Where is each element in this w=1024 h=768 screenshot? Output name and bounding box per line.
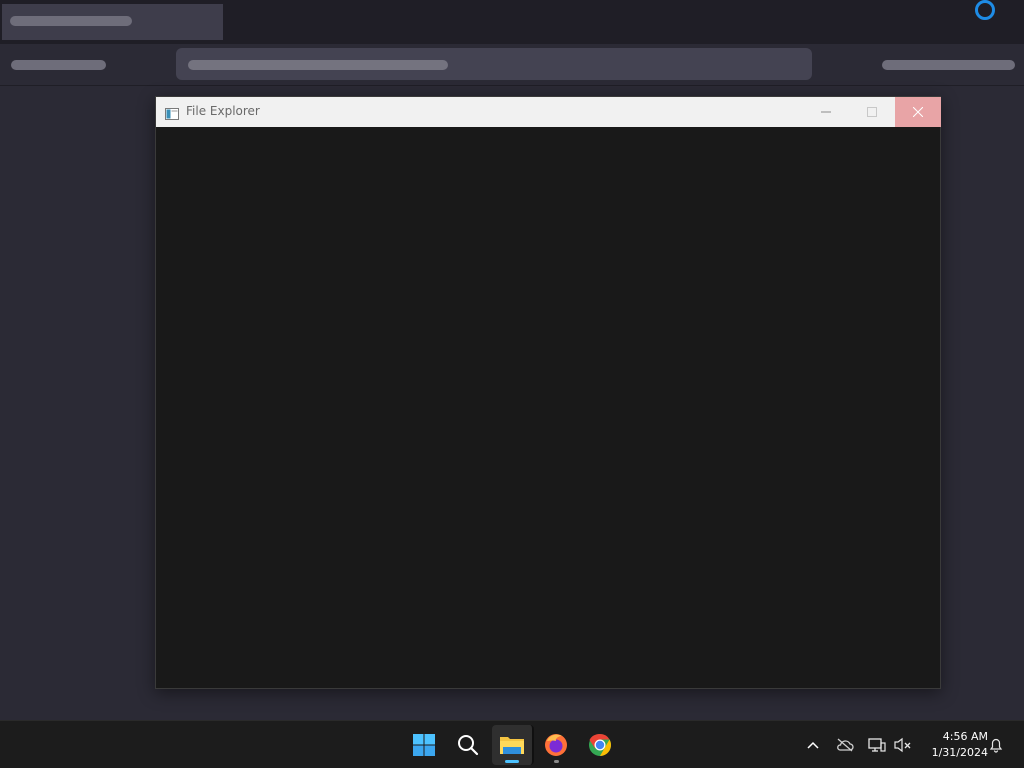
desktop: File Explorer 4:56 AM 1/31/2024 xyxy=(0,0,1024,768)
taskbar-firefox[interactable] xyxy=(536,725,576,765)
toolbar-placeholder-right xyxy=(882,60,1015,70)
start-button[interactable] xyxy=(404,725,444,765)
volume-muted-icon xyxy=(894,737,911,752)
volume-tray-button[interactable] xyxy=(892,721,914,768)
search-button[interactable] xyxy=(448,725,488,765)
taskbar-chrome[interactable] xyxy=(580,725,620,765)
background-app-toolbar xyxy=(0,44,1024,86)
address-bar[interactable] xyxy=(176,48,812,80)
firefox-icon xyxy=(545,734,567,756)
cloud-offline-icon xyxy=(837,738,854,751)
onedrive-tray-button[interactable] xyxy=(834,721,856,768)
file-explorer-window: File Explorer xyxy=(155,96,941,689)
clock-date: 1/31/2024 xyxy=(931,746,988,759)
maximize-icon xyxy=(867,107,877,117)
toolbar-placeholder-left xyxy=(11,60,106,70)
active-app-indicator xyxy=(505,760,519,763)
taskbar: 4:56 AM 1/31/2024 xyxy=(0,720,1024,768)
taskbar-file-explorer[interactable] xyxy=(492,725,534,765)
tab-placeholder xyxy=(10,16,132,26)
folder-icon xyxy=(500,737,524,754)
notifications-button[interactable] xyxy=(986,721,1006,768)
network-tray-button[interactable] xyxy=(866,721,888,768)
running-app-indicator xyxy=(554,760,559,763)
maximize-button[interactable] xyxy=(849,97,895,127)
minimize-icon xyxy=(821,111,831,113)
window-content-area xyxy=(156,127,940,688)
bell-icon xyxy=(989,738,1003,753)
close-button[interactable] xyxy=(895,97,941,127)
search-icon xyxy=(458,735,479,756)
background-app-titlebar xyxy=(0,0,1024,44)
address-placeholder xyxy=(188,60,448,70)
chevron-up-icon xyxy=(807,741,819,749)
loading-ring-icon xyxy=(975,0,995,20)
clock-time: 4:56 AM xyxy=(942,730,988,743)
background-app-tab[interactable] xyxy=(2,4,223,40)
window-titlebar[interactable]: File Explorer xyxy=(156,97,941,127)
minimize-button[interactable] xyxy=(803,97,849,127)
windows-start-icon xyxy=(413,734,435,756)
network-icon xyxy=(868,737,886,752)
window-title: File Explorer xyxy=(186,104,260,118)
app-window-icon xyxy=(165,105,179,120)
close-icon xyxy=(913,107,923,117)
taskbar-clock[interactable]: 4:56 AM 1/31/2024 xyxy=(918,729,988,761)
show-hidden-icons-button[interactable] xyxy=(802,721,824,768)
chrome-icon xyxy=(589,733,611,756)
